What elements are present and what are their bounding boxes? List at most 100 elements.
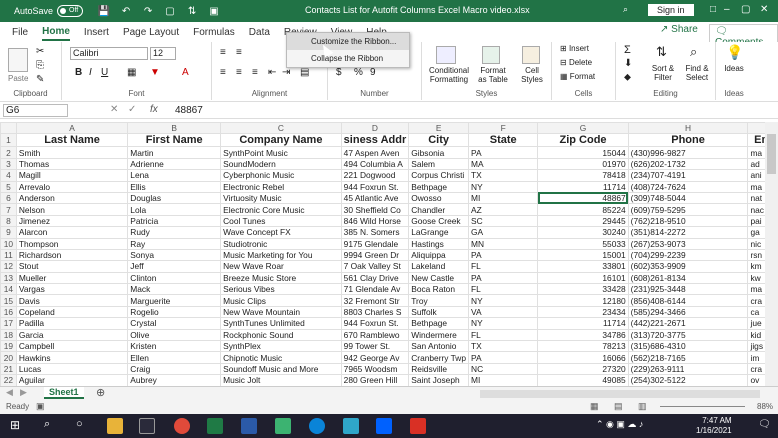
table-cell[interactable]: MI — [468, 191, 539, 205]
ribbon-display-icon[interactable]: □ — [710, 4, 716, 15]
camera-icon[interactable]: ▣ — [207, 6, 221, 17]
table-cell[interactable]: Chipnotic Music — [220, 351, 342, 364]
table-cell[interactable]: Bethpage — [408, 180, 470, 193]
table-cell[interactable]: Lena — [127, 169, 222, 182]
table-cell[interactable]: Cool Tunes — [220, 214, 342, 228]
scrollbar-thumb[interactable] — [767, 134, 776, 174]
table-cell[interactable]: LaGrange — [408, 226, 470, 239]
delete-cells-button[interactable]: ⊟ Delete — [560, 58, 592, 67]
table-cell[interactable]: NY — [468, 317, 539, 330]
table-cell[interactable]: 385 N. Somers — [340, 226, 410, 239]
row-number[interactable]: 21 — [0, 362, 17, 376]
spreadsheet-grid[interactable]: A B C D E F G H 1 Last Name First Name C… — [0, 122, 778, 386]
quick-access-icon[interactable]: ▢ — [163, 6, 177, 17]
underline-button[interactable]: U — [101, 67, 108, 78]
table-cell[interactable]: Suffolk — [408, 305, 470, 319]
table-cell[interactable]: 78213 — [537, 340, 629, 353]
table-cell[interactable]: New Wave Mountain — [220, 305, 342, 319]
table-cell[interactable]: (602)353-9909 — [627, 260, 749, 273]
table-cell[interactable]: Reidsville — [408, 362, 470, 376]
header-cell[interactable]: City — [408, 133, 470, 148]
table-cell[interactable]: Nelson — [15, 203, 129, 216]
word-icon[interactable] — [241, 418, 257, 434]
table-cell[interactable]: Electronic Core Music — [220, 203, 342, 216]
table-cell[interactable]: Kristen — [127, 340, 222, 353]
table-cell[interactable]: 01970 — [537, 157, 629, 171]
insert-cells-button[interactable]: ⊞ Insert — [560, 44, 589, 53]
format-painter-icon[interactable]: ✎ — [36, 74, 44, 85]
tab-file[interactable]: File — [12, 25, 28, 40]
table-cell[interactable]: Patricia — [127, 214, 222, 228]
format-as-table-button[interactable]: Format as Table — [476, 66, 510, 84]
file-explorer-icon[interactable] — [107, 418, 123, 434]
table-cell[interactable]: PA — [468, 271, 539, 285]
table-cell[interactable]: 49085 — [537, 374, 629, 386]
table-cell[interactable]: 29445 — [537, 214, 629, 228]
table-cell[interactable]: 30240 — [537, 226, 629, 239]
zoom-level[interactable]: 88% — [757, 402, 773, 411]
table-cell[interactable]: Aubrey — [127, 374, 222, 386]
decrease-indent-icon[interactable]: ⇤ — [268, 67, 276, 78]
table-cell[interactable]: (442)221-2671 — [627, 317, 749, 330]
table-cell[interactable]: Serious Vibes — [220, 283, 342, 296]
table-cell[interactable]: (315)686-4310 — [627, 340, 749, 353]
table-cell[interactable]: Music Jolt — [220, 374, 342, 386]
row-number[interactable]: 14 — [0, 283, 17, 296]
table-cell[interactable]: Rockphonic Sound — [220, 328, 342, 342]
format-cells-button[interactable]: ▦ Format — [560, 72, 595, 81]
table-cell[interactable]: Vargas — [15, 283, 129, 296]
table-cell[interactable]: GA — [468, 226, 539, 239]
table-cell[interactable]: 30 Sheffield Co — [340, 203, 410, 216]
table-cell[interactable]: Music Marketing for You — [220, 248, 342, 262]
table-cell[interactable]: 23434 — [537, 305, 629, 319]
row-number[interactable]: 15 — [0, 294, 17, 307]
table-cell[interactable]: SynthPlex — [220, 340, 342, 353]
row-number[interactable]: 1 — [0, 133, 17, 148]
row-number[interactable]: 17 — [0, 317, 17, 330]
header-cell[interactable]: Last Name — [15, 133, 129, 148]
table-cell[interactable]: (704)299-2239 — [627, 248, 749, 262]
table-cell[interactable]: (254)302-5122 — [627, 374, 749, 386]
table-cell[interactable]: TX — [468, 340, 539, 353]
ideas-icon[interactable]: 💡 — [726, 44, 743, 61]
table-cell[interactable]: Corpus Christi — [408, 169, 470, 182]
table-cell[interactable]: 8803 Charles S — [340, 305, 410, 319]
find-select-icon[interactable]: ⌕ — [690, 44, 697, 60]
row-number[interactable]: 19 — [0, 340, 17, 353]
table-cell[interactable]: Cranberry Twp — [408, 351, 470, 364]
tab-home[interactable]: Home — [42, 24, 70, 41]
header-cell[interactable]: State — [468, 133, 539, 148]
table-cell[interactable]: 34786 — [537, 328, 629, 342]
font-size-box[interactable]: 12 — [150, 47, 176, 60]
row-number[interactable]: 4 — [0, 169, 17, 182]
table-cell[interactable]: SynthTunes Unlimited — [220, 317, 342, 330]
table-cell[interactable]: Boca Raton — [408, 283, 470, 296]
cancel-icon[interactable]: ✕ — [110, 104, 118, 115]
table-cell[interactable]: Troy — [408, 294, 470, 307]
fill-icon[interactable]: ⬇ — [624, 58, 632, 69]
table-cell[interactable]: Arrevalo — [15, 180, 129, 193]
table-cell[interactable]: (351)814-2272 — [627, 226, 749, 239]
table-cell[interactable]: 7965 Woodsm — [340, 362, 410, 376]
table-cell[interactable]: Lakeland — [408, 260, 470, 273]
close-button[interactable]: ✕ — [760, 4, 768, 15]
table-cell[interactable]: Soundoff Music and More — [220, 362, 342, 376]
select-all-corner[interactable] — [0, 122, 17, 135]
header-cell[interactable]: Zip Code — [537, 133, 629, 148]
fill-color-icon[interactable]: ▼ — [150, 67, 160, 78]
table-cell[interactable]: Gibsonia — [408, 146, 470, 159]
table-cell[interactable]: (408)724-7624 — [627, 180, 749, 193]
table-cell[interactable]: Owosso — [408, 191, 470, 205]
align-center-icon[interactable]: ≡ — [236, 67, 242, 78]
share-button[interactable]: ↗ Share — [660, 24, 698, 35]
tray-icons[interactable]: ⌃ ◉ ▣ ☁ ♪ — [596, 419, 643, 430]
table-cell[interactable]: 944 Foxrun St. — [340, 180, 410, 193]
table-cell[interactable]: PA — [468, 248, 539, 262]
align-middle-icon[interactable]: ≡ — [236, 47, 242, 58]
recorder-icon[interactable] — [410, 418, 426, 434]
table-cell[interactable]: Lucas — [15, 362, 129, 376]
table-cell[interactable]: (313)720-3775 — [627, 328, 749, 342]
table-cell[interactable]: Aguilar — [15, 374, 129, 386]
sign-in-button[interactable]: Sign in — [648, 4, 694, 16]
formula-input[interactable]: 48867 — [175, 105, 203, 116]
